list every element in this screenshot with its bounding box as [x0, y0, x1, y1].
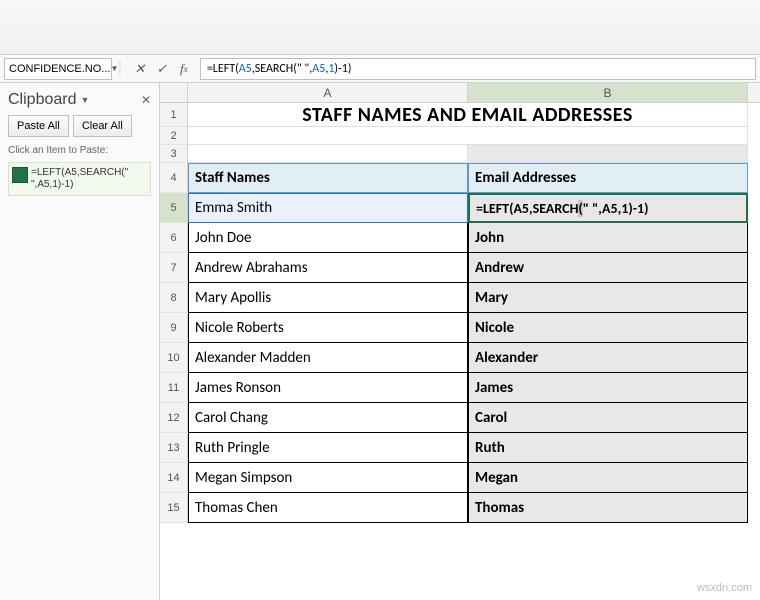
empty-cell[interactable]	[468, 145, 748, 163]
empty-cell[interactable]	[188, 127, 748, 145]
cell-email[interactable]: =LEFT(A5,SEARCH(" ",A5,1)-1)	[468, 193, 748, 223]
header-staff-names[interactable]: Staff Names	[188, 163, 468, 193]
row-header[interactable]: 5	[160, 193, 188, 223]
clipboard-buttons: Paste All Clear All	[8, 115, 151, 137]
cell-email[interactable]: James	[468, 373, 748, 403]
cell-email[interactable]: Nicole	[468, 313, 748, 343]
clipboard-pane: Clipboard ▼ ✕ Paste All Clear All Click …	[0, 83, 160, 600]
formula-bar-buttons: ✕ ✓ fx	[128, 61, 196, 77]
cell-email[interactable]: Mary	[468, 283, 748, 313]
row-3: 3	[160, 145, 760, 163]
row-header[interactable]: 11	[160, 373, 188, 403]
row-2: 2	[160, 127, 760, 145]
cell-staff-name[interactable]: Carol Chang	[188, 403, 468, 433]
name-box-text: CONFIDENCE.NO...	[9, 63, 110, 75]
clipboard-hint: Click an Item to Paste:	[8, 145, 151, 156]
name-box[interactable]: CONFIDENCE.NO... ▼	[4, 58, 112, 80]
row-4: 4 Staff Names Email Addresses	[160, 163, 760, 193]
cell-staff-name[interactable]: Andrew Abrahams	[188, 253, 468, 283]
cell-staff-name[interactable]: Emma Smith	[188, 193, 468, 223]
cell-email[interactable]: Thomas	[468, 493, 748, 523]
dropdown-icon[interactable]: ▼	[80, 95, 89, 105]
table-row: 6John DoeJohn	[160, 223, 760, 253]
cell-staff-name[interactable]: James Ronson	[188, 373, 468, 403]
workspace: Clipboard ▼ ✕ Paste All Clear All Click …	[0, 83, 760, 600]
table-row: 12Carol ChangCarol	[160, 403, 760, 433]
row-header[interactable]: 4	[160, 163, 188, 193]
cell-staff-name[interactable]: John Doe	[188, 223, 468, 253]
row-header[interactable]: 7	[160, 253, 188, 283]
clipboard-item[interactable]: =LEFT(A5,SEARCH(" ",A5,1)-1)	[8, 162, 151, 196]
col-header-B[interactable]: B	[468, 83, 748, 102]
column-headers: A B	[160, 83, 760, 103]
cell-email[interactable]: Megan	[468, 463, 748, 493]
cell-staff-name[interactable]: Alexander Madden	[188, 343, 468, 373]
enter-icon[interactable]: ✓	[154, 61, 170, 77]
fx-icon[interactable]: fx	[176, 61, 192, 77]
row-header[interactable]: 1	[160, 103, 188, 127]
clipboard-title-text: Clipboard	[8, 91, 76, 109]
watermark: wsxdn.com	[697, 582, 752, 594]
paste-all-button[interactable]: Paste All	[8, 115, 69, 137]
table-row: 14Megan SimpsonMegan	[160, 463, 760, 493]
select-all-corner[interactable]	[160, 83, 188, 102]
formula-input[interactable]: =LEFT(A5,SEARCH(" ",A5,1)-1)	[200, 58, 756, 80]
row-header[interactable]: 12	[160, 403, 188, 433]
table-row: 7Andrew AbrahamsAndrew	[160, 253, 760, 283]
table-row: 9Nicole RobertsNicole	[160, 313, 760, 343]
separator: ┊	[116, 61, 124, 77]
clear-all-button[interactable]: Clear All	[73, 115, 132, 137]
cell-email[interactable]: Ruth	[468, 433, 748, 463]
formula-bar: CONFIDENCE.NO... ▼ ┊ ✕ ✓ fx =LEFT(A5,SEA…	[0, 55, 760, 83]
col-header-A[interactable]: A	[188, 83, 468, 102]
ribbon-area	[0, 0, 760, 55]
row-header[interactable]: 13	[160, 433, 188, 463]
cell-staff-name[interactable]: Thomas Chen	[188, 493, 468, 523]
cancel-icon[interactable]: ✕	[132, 61, 148, 77]
row-header[interactable]: 6	[160, 223, 188, 253]
row-header[interactable]: 3	[160, 145, 188, 163]
cell-email[interactable]: Alexander	[468, 343, 748, 373]
cell-email[interactable]: Andrew	[468, 253, 748, 283]
cell-staff-name[interactable]: Megan Simpson	[188, 463, 468, 493]
row-header[interactable]: 14	[160, 463, 188, 493]
rows-container: 1 STAFF NAMES AND EMAIL ADDRESSES 2 3 4 …	[160, 103, 760, 523]
row-1: 1 STAFF NAMES AND EMAIL ADDRESSES	[160, 103, 760, 127]
cell-email[interactable]: John	[468, 223, 748, 253]
row-header[interactable]: 8	[160, 283, 188, 313]
table-row: 5Emma Smith=LEFT(A5,SEARCH(" ",A5,1)-1)	[160, 193, 760, 223]
row-header[interactable]: 9	[160, 313, 188, 343]
row-header[interactable]: 10	[160, 343, 188, 373]
table-row: 13Ruth PringleRuth	[160, 433, 760, 463]
row-header[interactable]: 2	[160, 127, 188, 145]
spreadsheet-grid[interactable]: A B 1 STAFF NAMES AND EMAIL ADDRESSES 2 …	[160, 83, 760, 600]
table-row: 15Thomas ChenThomas	[160, 493, 760, 523]
cell-staff-name[interactable]: Mary Apollis	[188, 283, 468, 313]
table-row: 10Alexander MaddenAlexander	[160, 343, 760, 373]
formula-text: =LEFT(A5,SEARCH(" ",A5,1)-1)	[207, 62, 352, 76]
cell-email[interactable]: Carol	[468, 403, 748, 433]
title-cell[interactable]: STAFF NAMES AND EMAIL ADDRESSES	[188, 103, 748, 127]
table-row: 11James RonsonJames	[160, 373, 760, 403]
clipboard-title: Clipboard ▼ ✕	[8, 91, 151, 109]
cell-staff-name[interactable]: Nicole Roberts	[188, 313, 468, 343]
cell-staff-name[interactable]: Ruth Pringle	[188, 433, 468, 463]
close-icon[interactable]: ✕	[141, 93, 151, 107]
table-row: 8Mary ApollisMary	[160, 283, 760, 313]
empty-cell[interactable]	[188, 145, 468, 163]
row-header[interactable]: 15	[160, 493, 188, 523]
header-email-addresses[interactable]: Email Addresses	[468, 163, 748, 193]
